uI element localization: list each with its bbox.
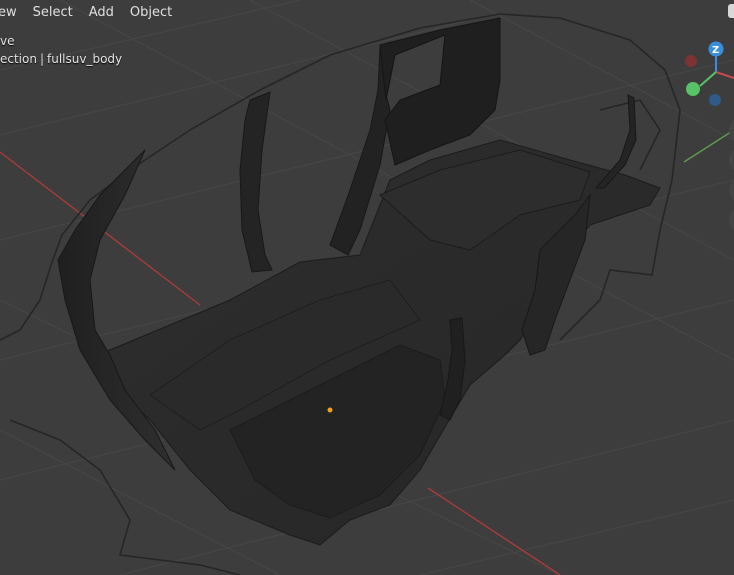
active-object-name: fullsuv_body xyxy=(47,52,123,66)
info-separator: | xyxy=(39,52,45,66)
object-origin-dot[interactable] xyxy=(327,407,333,413)
collection-name: ection xyxy=(0,52,37,66)
x-axis-line-lower xyxy=(427,487,561,575)
perspective-toggle-button[interactable] xyxy=(729,207,734,233)
car-interior-mesh xyxy=(57,17,661,546)
gizmo-y-handle[interactable] xyxy=(686,82,700,96)
gizmo-neg-z-handle[interactable] xyxy=(709,94,721,106)
menu-select[interactable]: Select xyxy=(26,3,80,22)
viewport-nav-buttons[interactable] xyxy=(729,117,734,233)
menu-object[interactable]: Object xyxy=(123,3,179,22)
menu-add[interactable]: Add xyxy=(82,3,121,22)
menu-view[interactable]: ew xyxy=(0,3,24,22)
pan-button[interactable] xyxy=(729,147,734,173)
3d-viewport[interactable]: Z xyxy=(0,0,734,575)
viewport-object-info: ection | fullsuv_body xyxy=(0,52,122,66)
navigation-gizmo[interactable]: Z xyxy=(685,41,734,107)
editor-type-icon[interactable] xyxy=(728,4,734,18)
gizmo-neg-x-handle[interactable] xyxy=(685,55,697,67)
viewport-mode-text: ve xyxy=(0,34,15,48)
gizmo-z-label: Z xyxy=(712,45,719,56)
viewport-header-menus: ew Select Add Object xyxy=(0,0,181,24)
y-axis-line xyxy=(683,129,734,163)
